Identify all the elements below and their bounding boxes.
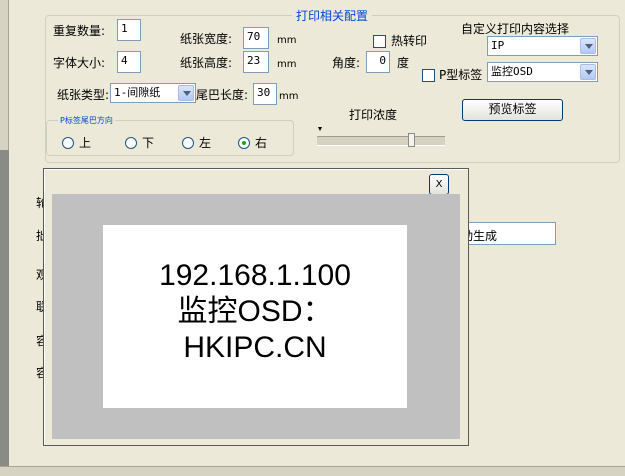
repeat-label: 重复数量: [53, 24, 106, 38]
hot-transfer-checkbox[interactable] [373, 35, 386, 48]
p-label-label: P型标签 [439, 68, 483, 82]
font-size-input[interactable]: 4 [117, 51, 141, 73]
chevron-down-icon[interactable] [178, 85, 194, 101]
preview-backdrop: 192.168.1.100 监控OSD： HKIPC.CN [52, 194, 460, 439]
darkness-tick-marker [318, 127, 322, 131]
paper-height-input[interactable]: 23 [243, 51, 269, 73]
chevron-down-icon[interactable] [580, 38, 596, 54]
custom-select-1-value: IP [491, 39, 505, 52]
label-line-site: HKIPC.CN [183, 331, 327, 364]
direction-label-left: 左 [199, 136, 212, 150]
darkness-label: 打印浓度 [349, 108, 398, 122]
angle-label: 角度: [332, 56, 361, 70]
tail-length-unit: mm [279, 91, 299, 102]
direction-label-up: 上 [79, 136, 92, 150]
paper-height-label: 纸张高度: [180, 56, 233, 70]
angle-unit: 度 [397, 56, 410, 70]
paper-type-label: 纸张类型: [57, 88, 110, 102]
custom-content-label: 自定义打印内容选择 [461, 22, 570, 36]
direction-group-title: P标签尾巴方向 [58, 114, 115, 128]
direction-radio-left[interactable] [182, 137, 194, 149]
font-size-label: 字体大小: [53, 56, 106, 70]
repeat-input[interactable]: 1 [117, 19, 141, 41]
angle-input[interactable]: 0 [366, 51, 390, 73]
close-button[interactable]: X [429, 174, 449, 195]
paper-height-unit: mm [277, 59, 297, 70]
custom-select-2[interactable]: 监控OSD [487, 62, 598, 82]
tail-length-input[interactable]: 30 [253, 83, 277, 105]
preview-label-button[interactable]: 预览标签 [462, 99, 563, 121]
paper-width-input[interactable]: 70 [243, 27, 269, 49]
p-label-checkbox[interactable] [422, 69, 435, 82]
paper-type-value: 1-间隙纸 [114, 86, 161, 99]
tail-length-label: 尾巴长度: [196, 88, 249, 102]
bottom-edge [0, 466, 625, 476]
darkness-slider-track[interactable] [317, 133, 445, 147]
close-icon: X [435, 179, 443, 190]
custom-select-2-value: 监控OSD [491, 65, 533, 78]
left-edge-strip-lower [0, 150, 9, 470]
label-line-osd: 监控OSD： [177, 295, 333, 328]
print-config-title: 打印相关配置 [292, 9, 373, 23]
darkness-slider-thumb[interactable] [408, 133, 415, 147]
direction-radio-right[interactable] [238, 137, 250, 149]
paper-width-label: 纸张宽度: [180, 32, 233, 46]
direction-label-down: 下 [142, 136, 155, 150]
custom-select-1[interactable]: IP [487, 36, 598, 56]
direction-label-right: 右 [255, 136, 268, 150]
label-preview: 192.168.1.100 监控OSD： HKIPC.CN [103, 225, 407, 408]
label-line-ip: 192.168.1.100 [159, 259, 351, 292]
paper-width-unit: mm [277, 35, 297, 46]
preview-window: X 192.168.1.100 监控OSD： HKIPC.CN [43, 168, 469, 446]
direction-radio-down[interactable] [125, 137, 137, 149]
hot-transfer-label: 热转印 [391, 34, 428, 48]
direction-radio-up[interactable] [62, 137, 74, 149]
paper-type-select[interactable]: 1-间隙纸 [110, 83, 196, 103]
chevron-down-icon[interactable] [580, 64, 596, 80]
